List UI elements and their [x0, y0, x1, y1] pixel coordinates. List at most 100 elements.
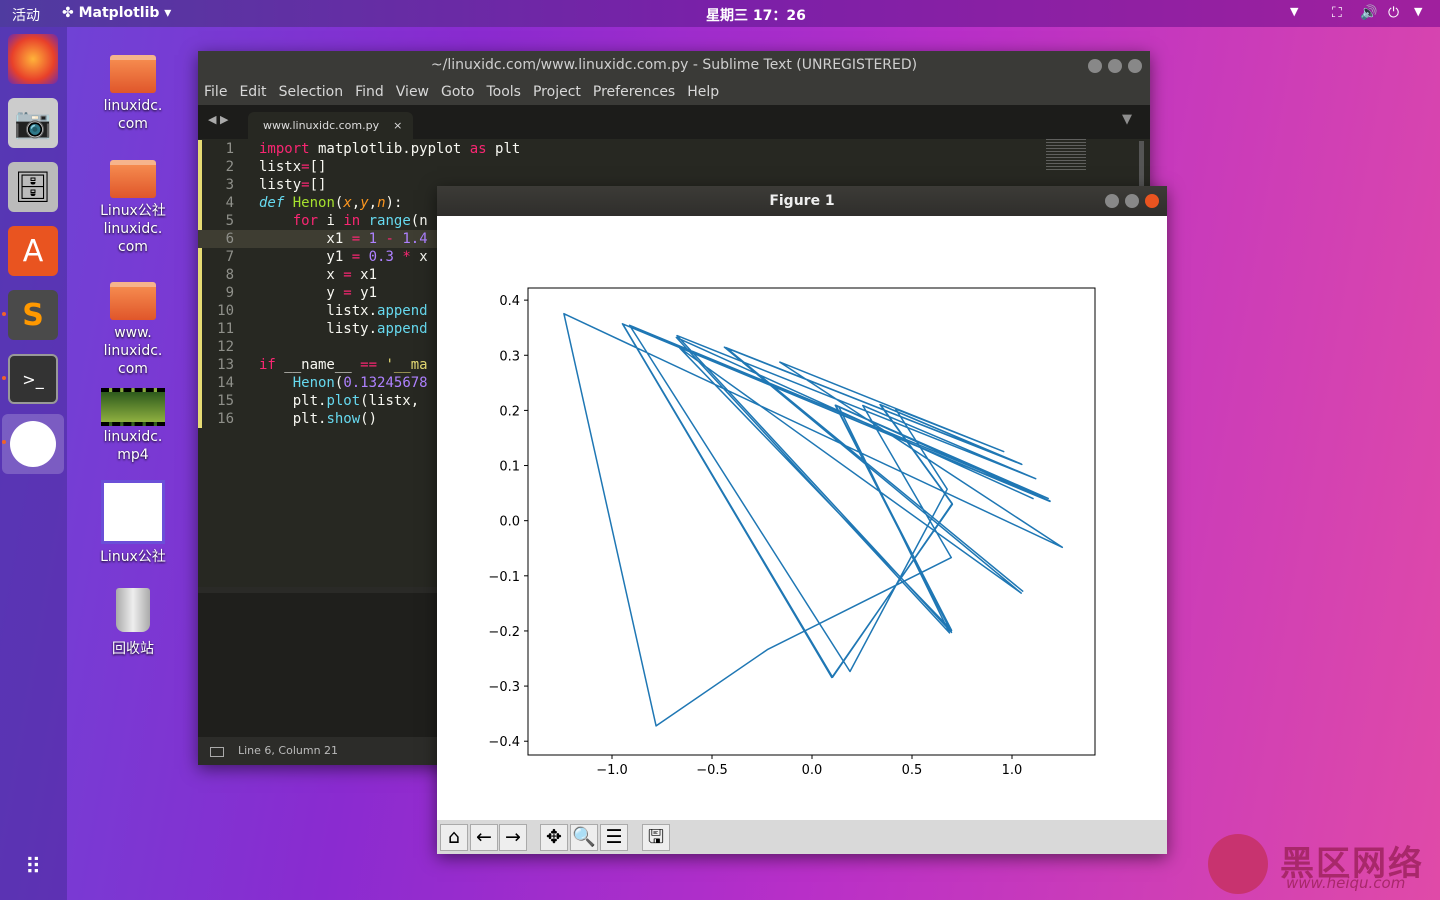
system-menu-chevron-icon[interactable]: ▼ — [1414, 5, 1422, 18]
chevron-down-icon[interactable]: ▼ — [1290, 5, 1298, 18]
sublime-text-icon[interactable]: S — [8, 290, 58, 340]
home-icon[interactable]: ⌂ — [440, 824, 468, 851]
code-token: '__ma — [385, 357, 428, 373]
code-token: = — [301, 159, 310, 175]
code-token: __name__ — [275, 357, 361, 373]
code-token: Henon — [292, 375, 335, 391]
code-token: listx. — [259, 303, 378, 319]
desktop-icon-folder[interactable]: Linux公社 linuxidc. com — [88, 160, 178, 256]
power-icon[interactable]: ⏻ — [1388, 5, 1399, 21]
code-token: - — [385, 231, 394, 247]
desktop-icon-folder[interactable]: linuxidc. com — [88, 55, 178, 133]
code-token: plt. — [259, 393, 327, 409]
code-token: x1 — [259, 231, 352, 247]
desktop-icon-trash[interactable]: 回收站 — [88, 588, 178, 658]
code-token: Henon — [292, 195, 335, 211]
line-number: 10 — [217, 303, 234, 319]
close-button[interactable] — [1128, 59, 1142, 73]
maximize-button[interactable] — [1108, 59, 1122, 73]
show-applications-icon[interactable]: ⠿ — [8, 842, 58, 892]
line-number: 7 — [225, 249, 234, 265]
code-token: 1.4 — [402, 231, 428, 247]
x-tick-label: 1.0 — [1002, 763, 1023, 778]
save-icon[interactable]: 🖫 — [642, 824, 670, 851]
clock[interactable]: 星期三 17：26 — [706, 5, 806, 25]
menu-view[interactable]: View — [396, 84, 429, 100]
firefox-icon[interactable] — [8, 34, 58, 84]
menu-goto[interactable]: Goto — [441, 84, 474, 100]
menu-preferences[interactable]: Preferences — [593, 84, 675, 100]
minimap[interactable] — [1046, 139, 1086, 171]
software-center-icon[interactable]: A — [8, 226, 58, 276]
menu-file[interactable]: File — [204, 84, 227, 100]
tab-bar: ◀ ▶ www.linuxidc.com.py × ▼ — [198, 105, 1150, 139]
desktop-icon-video[interactable]: linuxidc. mp4 — [88, 388, 178, 464]
maximize-button[interactable] — [1125, 194, 1139, 208]
desktop-icon-folder[interactable]: www. linuxidc. com — [88, 282, 178, 378]
configure-subplots-icon[interactable]: ☰ — [600, 824, 628, 851]
menu-selection[interactable]: Selection — [279, 84, 344, 100]
line-number: 1 — [225, 141, 234, 157]
app-menu[interactable]: ✤ Matplotlib ▾ — [62, 5, 171, 21]
menu-tools[interactable]: Tools — [486, 84, 521, 100]
tab-close-icon[interactable]: × — [393, 119, 402, 132]
zoom-icon[interactable]: 🔍 — [570, 824, 598, 851]
code-line: 1 import matplotlib.pyplot as plt — [198, 140, 521, 158]
icon-label: 回收站 — [112, 641, 154, 657]
code-token: 0.3 — [368, 249, 394, 265]
icon-label: www. linuxidc. com — [103, 325, 163, 377]
code-token: = — [343, 267, 352, 283]
volume-icon[interactable]: 🔊 — [1360, 5, 1377, 21]
panel-toggle-icon[interactable] — [210, 747, 224, 757]
code-token: 1 — [368, 231, 378, 247]
trash-icon — [116, 588, 150, 632]
tab-file[interactable]: www.linuxidc.com.py × — [248, 112, 413, 139]
back-arrow-icon[interactable]: ← — [470, 824, 498, 851]
activities-button[interactable]: 活动 — [12, 5, 40, 25]
files-icon[interactable]: 🗄 — [8, 162, 58, 212]
line-number: 11 — [217, 321, 234, 337]
code-token: range — [368, 213, 411, 229]
forward-arrow-icon[interactable]: → — [499, 824, 527, 851]
code-token: x — [410, 249, 428, 265]
running-indicator — [2, 440, 6, 444]
plot-canvas[interactable]: −1.0 −0.5 0.0 0.5 1.0 0.4 0.3 0.2 0.1 0.0 −0.1 −0.2… — [437, 216, 1167, 820]
code-token: , — [368, 195, 378, 211]
camera-icon[interactable]: 📷 — [8, 98, 58, 148]
code-token: x — [343, 195, 352, 211]
cursor-position: Line 6, Column 21 — [238, 744, 339, 757]
terminal-icon[interactable]: >_ — [8, 354, 58, 404]
tab-dropdown-icon[interactable]: ▼ — [1122, 112, 1132, 127]
network-icon[interactable]: ⛶ — [1332, 5, 1342, 21]
code-token: x1 — [351, 267, 378, 283]
code-token: y1 — [259, 249, 352, 265]
line-number: 15 — [217, 393, 234, 409]
tab-nav-arrows-icon[interactable]: ◀ ▶ — [208, 113, 228, 126]
minimize-button[interactable] — [1105, 194, 1119, 208]
x-tick-label: −0.5 — [696, 763, 728, 778]
menu-project[interactable]: Project — [533, 84, 581, 100]
line-number: 12 — [217, 339, 234, 355]
menu-help[interactable]: Help — [687, 84, 719, 100]
matplotlib-app-icon: ✤ — [62, 5, 74, 21]
y-tick-label: −0.4 — [488, 735, 520, 750]
desktop-icon-image[interactable]: Linux公社 — [88, 480, 178, 566]
code-token: ): — [385, 195, 403, 211]
icon-label: Linux公社 — [100, 549, 166, 565]
close-button[interactable] — [1145, 194, 1159, 208]
minimize-button[interactable] — [1088, 59, 1102, 73]
line-number: 3 — [225, 177, 234, 193]
code-token: if — [259, 357, 276, 373]
code-token: () — [360, 411, 378, 427]
matplotlib-icon[interactable] — [2, 414, 64, 474]
running-indicator — [2, 376, 6, 380]
menu-find[interactable]: Find — [355, 84, 384, 100]
menu-edit[interactable]: Edit — [239, 84, 266, 100]
scrollbar[interactable] — [1139, 141, 1144, 189]
y-tick-label: 0.4 — [499, 294, 520, 309]
pan-icon[interactable]: ✥ — [540, 824, 568, 851]
top-bar: 活动 ✤ Matplotlib ▾ 星期三 17：26 ▼ ⛶ 🔊 ⏻ ▼ — [0, 0, 1440, 27]
